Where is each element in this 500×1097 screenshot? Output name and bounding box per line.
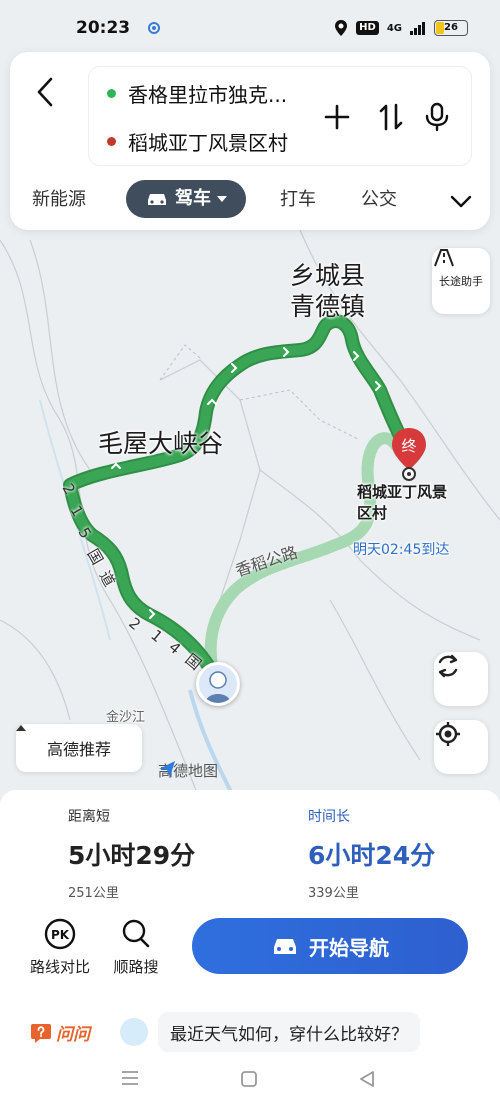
route-option-tag: 时间长 <box>308 809 350 825</box>
ask-logo-text: 问问 <box>56 1025 90 1045</box>
destination-field[interactable]: 稻城亚丁风景区村 <box>107 127 288 156</box>
home-key[interactable] <box>240 1070 258 1092</box>
origin-field[interactable]: 香格里拉市独克... <box>107 79 287 108</box>
long-trip-helper-button[interactable]: 长途助手 <box>432 248 490 314</box>
pk-icon: PK <box>44 918 76 950</box>
travel-mode-tabs: 新能源 驾车 打车 公交 <box>10 180 490 220</box>
search-icon <box>122 919 150 948</box>
location-status-icon <box>148 22 161 34</box>
assistant-avatar-icon <box>120 1018 148 1046</box>
tab-drive[interactable]: 驾车 <box>126 180 246 218</box>
home-square-icon <box>241 1071 257 1087</box>
start-navigation-button[interactable]: 开始导航 <box>192 918 468 974</box>
route-option-2[interactable]: 时间长 6小时24分 339公里 <box>308 806 435 901</box>
status-time: 20:23 <box>76 18 131 38</box>
pk-icon-text: PK <box>51 928 70 942</box>
route-option-duration: 5小时29分 <box>68 841 196 870</box>
back-triangle-icon <box>360 1071 374 1087</box>
tab-drive-label: 驾车 <box>175 188 211 209</box>
route-option-distance: 339公里 <box>308 886 359 901</box>
origin-text: 香格里拉市独克... <box>128 83 288 107</box>
route-preference-label: 高德推荐 <box>46 740 111 759</box>
route-option-tag: 距离短 <box>68 809 110 825</box>
voice-input-button[interactable] <box>420 100 454 134</box>
caret-up-icon <box>16 725 26 731</box>
swap-route-button[interactable] <box>374 100 408 134</box>
main-route-line <box>63 314 409 682</box>
tab-transit[interactable]: 公交 <box>361 184 397 216</box>
ask-logo: 问问 <box>30 1020 90 1045</box>
chevron-left-icon <box>37 77 53 107</box>
long-trip-helper-label: 长途助手 <box>439 275 483 288</box>
crosshair-icon <box>436 722 460 746</box>
back-key[interactable] <box>358 1070 376 1092</box>
arrival-time-label: 明天02:45到达 <box>353 542 450 558</box>
gps-pin-icon <box>335 20 348 36</box>
user-avatar-icon <box>199 665 237 703</box>
region-label: 乡城县 青德镇 <box>290 260 365 322</box>
refresh-route-button[interactable] <box>434 652 488 706</box>
tab-new-energy[interactable]: 新能源 <box>32 184 86 216</box>
more-modes-button[interactable] <box>450 188 472 220</box>
locate-me-button[interactable] <box>434 720 488 774</box>
microphone-icon <box>425 102 449 132</box>
route-summary-panel: 距离短 5小时29分 251公里 时间长 6小时24分 339公里 PK 路线对… <box>0 790 500 1097</box>
ask-assistant-bar[interactable]: 问问 最近天气如何，穿什么比较好？ <box>0 1008 500 1056</box>
destination-label-line2: 区村 <box>357 504 388 522</box>
refresh-icon <box>438 654 458 678</box>
route-compare-button[interactable]: PK 路线对比 <box>20 918 100 977</box>
signal-bars-icon <box>410 22 425 35</box>
region-label-line1: 乡城县 <box>290 261 366 290</box>
signal-label: 4G <box>386 22 402 34</box>
battery-icon: 26 <box>434 20 468 36</box>
route-search-card: 香格里拉市独克... 稻城亚丁风景区村 新能源 驾车 打车 公交 <box>10 52 490 230</box>
destination-dot-icon <box>107 137 116 146</box>
destination-label-line1: 稻城亚丁风景 <box>357 483 448 501</box>
user-avatar-marker[interactable] <box>196 662 240 706</box>
menu-icon <box>122 1071 138 1085</box>
menu-key[interactable] <box>120 1070 140 1090</box>
status-icons: HD 4G 26 <box>334 19 468 37</box>
amap-logo: 高德地图 <box>158 760 218 781</box>
amap-arrow-icon <box>159 761 175 777</box>
caret-down-icon <box>217 196 227 202</box>
route-option-1[interactable]: 距离短 5小时29分 251公里 <box>68 806 195 901</box>
road-flag-icon <box>434 249 454 267</box>
route-option-duration: 6小时24分 <box>308 841 436 870</box>
car-icon <box>148 194 166 205</box>
question-bubble-icon <box>31 1023 51 1043</box>
route-compare-label: 路线对比 <box>29 958 90 976</box>
car-icon <box>274 939 296 954</box>
canyon-label: 毛屋大峡谷 <box>98 429 224 458</box>
plus-icon <box>324 104 350 130</box>
back-button[interactable] <box>30 72 60 112</box>
route-option-distance: 251公里 <box>68 886 119 901</box>
add-waypoint-button[interactable] <box>320 100 354 134</box>
origin-dot-icon <box>107 89 116 98</box>
river-label: 金沙江 <box>106 710 146 725</box>
address-inputs: 香格里拉市独克... 稻城亚丁风景区村 <box>88 66 472 166</box>
start-navigation-label: 开始导航 <box>309 935 389 960</box>
along-route-search-label: 顺路搜 <box>113 958 159 976</box>
system-navigation-bar <box>0 1060 500 1097</box>
suggested-question[interactable]: 最近天气如何，穿什么比较好？ <box>158 1012 420 1052</box>
tab-taxi[interactable]: 打车 <box>280 184 316 216</box>
route-preference-dropdown[interactable]: 高德推荐 <box>16 724 142 772</box>
swap-icon <box>379 103 403 131</box>
destination-label: 稻城亚丁风景 区村 <box>357 482 447 524</box>
destination-pin-text: 终 <box>401 437 416 455</box>
chevron-down-icon <box>450 195 472 208</box>
destination-text: 稻城亚丁风景区村 <box>128 131 288 155</box>
along-route-search-button[interactable]: 顺路搜 <box>96 918 176 977</box>
region-label-line2: 青德镇 <box>290 292 366 321</box>
status-bar: 20:23 HD 4G 26 <box>0 0 500 56</box>
hd-badge: HD <box>356 21 379 35</box>
